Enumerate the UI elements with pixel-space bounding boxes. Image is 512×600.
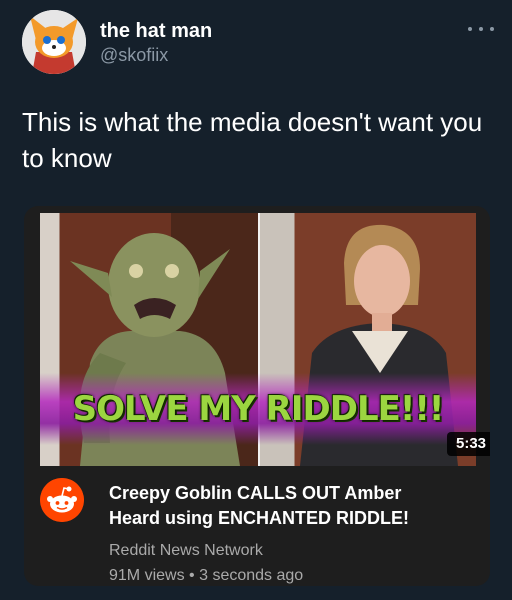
video-card[interactable]: SOLVE MY RIDDLE!!! 5:33 Creepy Goblin CA… [24,206,490,586]
video-duration-badge: 5:33 [447,432,490,456]
channel-name[interactable]: Reddit News Network [109,542,263,560]
thumbnail-caption: SOLVE MY RIDDLE!!! [72,389,445,429]
tweet-text: This is what the media doesn't want you … [22,107,483,173]
video-metadata: 91M views • 3 seconds ago [109,567,303,585]
video-thumbnail[interactable]: SOLVE MY RIDDLE!!! [40,213,476,466]
upload-age: 3 seconds ago [199,567,304,584]
author-handle[interactable]: @skofiix [100,45,168,66]
more-options-icon[interactable] [468,24,494,34]
fox-character-avatar-icon [22,10,86,74]
meta-separator: • [189,567,195,584]
reddit-logo-icon[interactable] [40,478,84,522]
video-title[interactable]: Creepy Goblin CALLS OUT Amber Heard usin… [109,481,439,531]
view-count: 91M views [109,567,185,584]
reddit-alien-icon [40,478,84,522]
tweet: the hat man @skofiix This is what the me… [0,0,512,600]
user-avatar[interactable] [22,10,86,74]
author-name[interactable]: the hat man [100,20,212,43]
